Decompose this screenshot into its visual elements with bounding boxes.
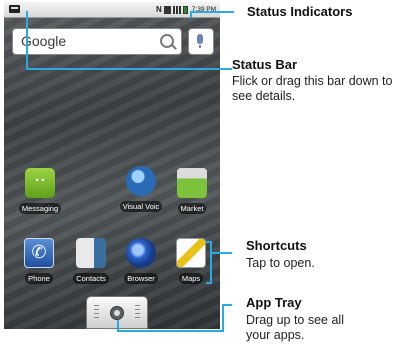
phone-home-screen: N 7:39 PM Google Messaging Visual Voic M… — [4, 2, 220, 329]
app-phone[interactable]: Phone — [15, 238, 63, 286]
app-label: Market — [177, 203, 207, 214]
callout-title-status-indicators: Status Indicators — [247, 4, 353, 19]
contacts-icon — [76, 238, 106, 268]
callout-desc-shortcuts: Tap to open. — [246, 256, 315, 270]
callout-title-shortcuts: Shortcuts — [246, 238, 307, 253]
app-messaging[interactable]: Messaging — [16, 168, 64, 216]
tray-grip-left — [94, 305, 99, 321]
sd-card-icon — [163, 5, 171, 14]
app-label: Maps — [178, 273, 204, 284]
callout-bracket-shortcuts-top — [206, 241, 212, 243]
network-n-icon: N — [156, 4, 162, 14]
callout-line-status-bar-vertical — [26, 11, 28, 69]
maps-icon — [176, 238, 206, 268]
callout-line-app-tray — [222, 304, 232, 306]
app-market[interactable]: Market — [168, 168, 216, 216]
app-label: Messaging — [18, 203, 62, 214]
google-search-widget[interactable]: Google — [12, 28, 182, 55]
market-icon — [177, 168, 207, 198]
callout-line-status-indicators — [190, 11, 234, 13]
callout-bracket-shortcuts-bottom — [206, 282, 212, 284]
voicemail-icon — [126, 166, 156, 196]
app-label: Contacts — [73, 273, 109, 284]
app-visual-voicemail[interactable]: Visual Voic — [117, 166, 165, 214]
callout-line-status-bar — [26, 68, 232, 70]
search-icon[interactable] — [160, 34, 174, 48]
browser-icon — [126, 238, 156, 268]
app-maps[interactable]: Maps — [167, 238, 215, 286]
app-contacts[interactable]: Contacts — [67, 238, 115, 286]
notification-icon — [9, 5, 20, 13]
phone-icon — [24, 238, 54, 268]
callout-line-status-indicators-tick — [190, 11, 192, 18]
battery-icon — [182, 5, 188, 14]
voice-search-button[interactable] — [188, 28, 214, 55]
callout-line-app-tray-riser — [222, 304, 224, 332]
status-bar[interactable]: N 7:39 PM — [4, 2, 220, 18]
signal-icon — [172, 5, 181, 14]
callout-title-app-tray: App Tray — [246, 295, 302, 310]
status-indicators: N 7:39 PM — [156, 4, 216, 15]
callout-desc-app-tray: Drag up to see all your apps. — [246, 313, 344, 342]
callout-bracket-shortcuts — [210, 241, 212, 284]
tray-grip-right — [135, 305, 140, 321]
callout-line-app-tray-bottom — [117, 330, 223, 332]
microphone-icon — [197, 34, 203, 48]
app-tray-icon — [110, 306, 124, 320]
app-browser[interactable]: Browser — [117, 238, 165, 286]
app-label: Browser — [124, 273, 158, 284]
messaging-icon — [25, 168, 55, 198]
callout-title-status-bar: Status Bar — [232, 57, 298, 72]
app-label: Phone — [25, 273, 53, 284]
callout-desc-status-bar: Flick or drag this bar down to see detai… — [232, 74, 393, 103]
callout-line-shortcuts — [210, 252, 232, 254]
app-label: Visual Voic — [119, 201, 163, 212]
